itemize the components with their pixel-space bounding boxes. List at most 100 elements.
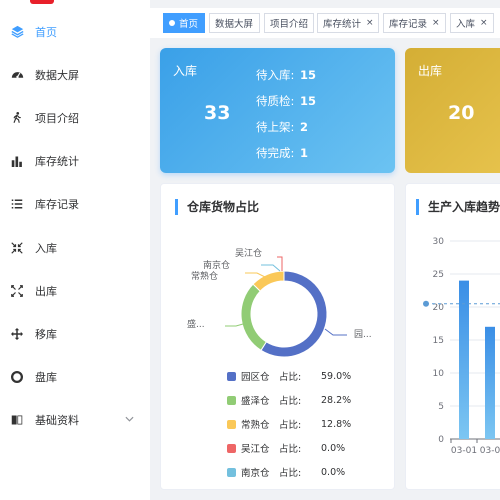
- inbound-summary-card[interactable]: 入库 33 待入库: 15 待质检: 15 待上架: 2 待完成: 1: [160, 48, 395, 173]
- pie-leader-line: [225, 323, 244, 327]
- status-value: 15: [300, 94, 317, 108]
- y-tick-label: 25: [433, 270, 444, 280]
- legend-share-label: 占比:: [279, 444, 302, 455]
- tab-project-intro[interactable]: 项目介绍: [264, 13, 314, 33]
- legend-item[interactable]: 常熟仓 占比: 12.8%: [227, 417, 377, 431]
- x-tick-label: 03-01: [451, 446, 477, 456]
- pie-slice-label: 盛...: [187, 320, 205, 330]
- card-title: 出库: [418, 64, 443, 78]
- status-label: 待上架:: [256, 120, 295, 134]
- status-value: 1: [300, 146, 309, 160]
- legend-name: 盛泽仓: [241, 396, 270, 407]
- y-tick-label: 20: [433, 303, 445, 313]
- sidebar-item-label: 基础资料: [35, 413, 79, 427]
- tab-inbound[interactable]: 入库 ×: [450, 13, 494, 33]
- bar[interactable]: [485, 326, 495, 439]
- chevron-down-icon: [125, 415, 134, 425]
- y-tick-label: 0: [438, 435, 444, 445]
- status-row: 待上架: 2: [256, 119, 316, 145]
- tab-dashboard[interactable]: 数据大屏: [209, 13, 260, 33]
- expand-arrows-icon: [10, 284, 24, 298]
- legend-name: 南京仓: [241, 468, 270, 479]
- legend-item[interactable]: 盛泽仓 占比: 28.2%: [227, 393, 377, 407]
- legend-value: 28.2%: [321, 394, 352, 406]
- legend-swatch: [227, 467, 236, 477]
- sidebar-item-label: 盘库: [35, 370, 57, 384]
- tab-inventory-records[interactable]: 库存记录 ×: [383, 13, 446, 33]
- sidebar-item-label: 入库: [35, 241, 57, 255]
- y-tick-label: 30: [433, 237, 445, 247]
- status-row: 待质检: 15: [256, 93, 316, 119]
- close-icon[interactable]: ×: [366, 18, 374, 28]
- sidebar-item-project-intro[interactable]: 项目介绍: [0, 96, 150, 139]
- legend-item[interactable]: 园区仓 占比: 59.0%: [227, 369, 377, 383]
- legend-value: 59.0%: [321, 370, 352, 382]
- sidebar-item-dashboard[interactable]: 数据大屏: [0, 53, 150, 96]
- tab-label: 数据大屏: [215, 19, 254, 30]
- legend-name: 吴江仓: [241, 444, 270, 455]
- legend-item[interactable]: 吴江仓 占比: 0.0%: [227, 441, 377, 455]
- y-tick-label: 5: [438, 402, 444, 412]
- x-tick-label: 03-0: [480, 446, 500, 456]
- pie-slice[interactable]: [240, 283, 268, 351]
- production-inbound-bar-chart: 0 5 10 15 20 25 30 03-01 03-0: [423, 237, 500, 456]
- bar-chart-icon: [10, 154, 24, 168]
- status-value: 15: [300, 68, 317, 82]
- tab-home[interactable]: 首页: [163, 13, 205, 33]
- status-value: 2: [300, 120, 309, 134]
- pie-slice-label: 园...: [354, 330, 372, 340]
- active-dot-icon: [169, 20, 175, 26]
- move-arrows-icon: [10, 327, 24, 341]
- panel-title: 生产入库趋势: [416, 199, 500, 215]
- sidebar-item-label: 数据大屏: [35, 68, 79, 82]
- sidebar-item-home[interactable]: 首页: [0, 10, 150, 53]
- pie-slice-label: 吴江仓: [235, 249, 263, 259]
- status-label: 待质检:: [256, 94, 295, 108]
- close-icon[interactable]: ×: [480, 18, 488, 28]
- production-inbound-trend-panel: 生产入库趋势 0 5 10 15 20 25 30 03-01 03-0: [405, 183, 500, 490]
- sidebar-item-transfer[interactable]: 移库: [0, 312, 150, 355]
- bar[interactable]: [459, 280, 469, 439]
- y-tick-label: 15: [433, 336, 444, 346]
- outbound-total: 20: [448, 102, 475, 124]
- panel-title: 仓库货物占比: [175, 199, 259, 215]
- sidebar-item-label: 库存记录: [35, 197, 79, 211]
- legend-swatch: [227, 395, 236, 405]
- sidebar-item-label: 首页: [35, 25, 57, 39]
- card-title: 入库: [173, 64, 198, 78]
- pie-slice-label: 常熟仓: [191, 272, 219, 282]
- sidebar-item-inbound[interactable]: 入库: [0, 226, 150, 269]
- legend-value: 12.8%: [321, 418, 352, 430]
- sidebar-item-master-data[interactable]: 基础资料: [0, 398, 150, 441]
- tab-label: 项目介绍: [270, 19, 309, 30]
- outbound-summary-card[interactable]: 出库 20: [405, 48, 500, 173]
- tab-label: 库存记录: [389, 19, 428, 30]
- sidebar: 首页 数据大屏 项目介绍 库存统计 库存记录 入库 出库 移库 盘库 基础资料: [0, 0, 150, 500]
- close-icon[interactable]: ×: [432, 18, 440, 28]
- y-tick-label: 10: [433, 369, 445, 379]
- tab-label: 入库: [456, 19, 476, 30]
- sidebar-item-label: 项目介绍: [35, 111, 79, 125]
- sidebar-item-label: 出库: [35, 284, 57, 298]
- status-row: 待完成: 1: [256, 145, 316, 171]
- pie-slice[interactable]: [252, 270, 285, 292]
- sidebar-item-stocktake[interactable]: 盘库: [0, 355, 150, 398]
- status-label: 待完成:: [256, 146, 295, 160]
- legend-item[interactable]: 南京仓 占比: 0.0%: [227, 465, 377, 479]
- tab-label: 首页: [179, 19, 199, 30]
- legend-name: 园区仓: [241, 372, 270, 383]
- sidebar-item-outbound[interactable]: 出库: [0, 269, 150, 312]
- layers-icon: [10, 25, 24, 39]
- walking-person-icon: [10, 111, 24, 125]
- main-content: 首页 数据大屏 项目介绍 库存统计 × 库存记录 × 入库 × 入库 33 待入…: [150, 0, 500, 500]
- sidebar-item-label: 库存统计: [35, 154, 79, 168]
- sidebar-item-inventory-records[interactable]: 库存记录: [0, 182, 150, 225]
- legend-value: 0.0%: [321, 442, 346, 454]
- legend-share-label: 占比:: [279, 420, 302, 431]
- tab-inventory-stats[interactable]: 库存统计 ×: [317, 13, 379, 33]
- warehouse-share-panel: 仓库货物占比 吴江仓 南京仓 常熟仓 盛... 园... 园区仓 占比: 59.0%…: [160, 183, 395, 490]
- legend-value: 0.0%: [321, 466, 346, 478]
- average-marker[interactable]: [423, 300, 429, 307]
- sidebar-item-inventory-stats[interactable]: 库存统计: [0, 139, 150, 182]
- inbound-total: 33: [204, 102, 231, 124]
